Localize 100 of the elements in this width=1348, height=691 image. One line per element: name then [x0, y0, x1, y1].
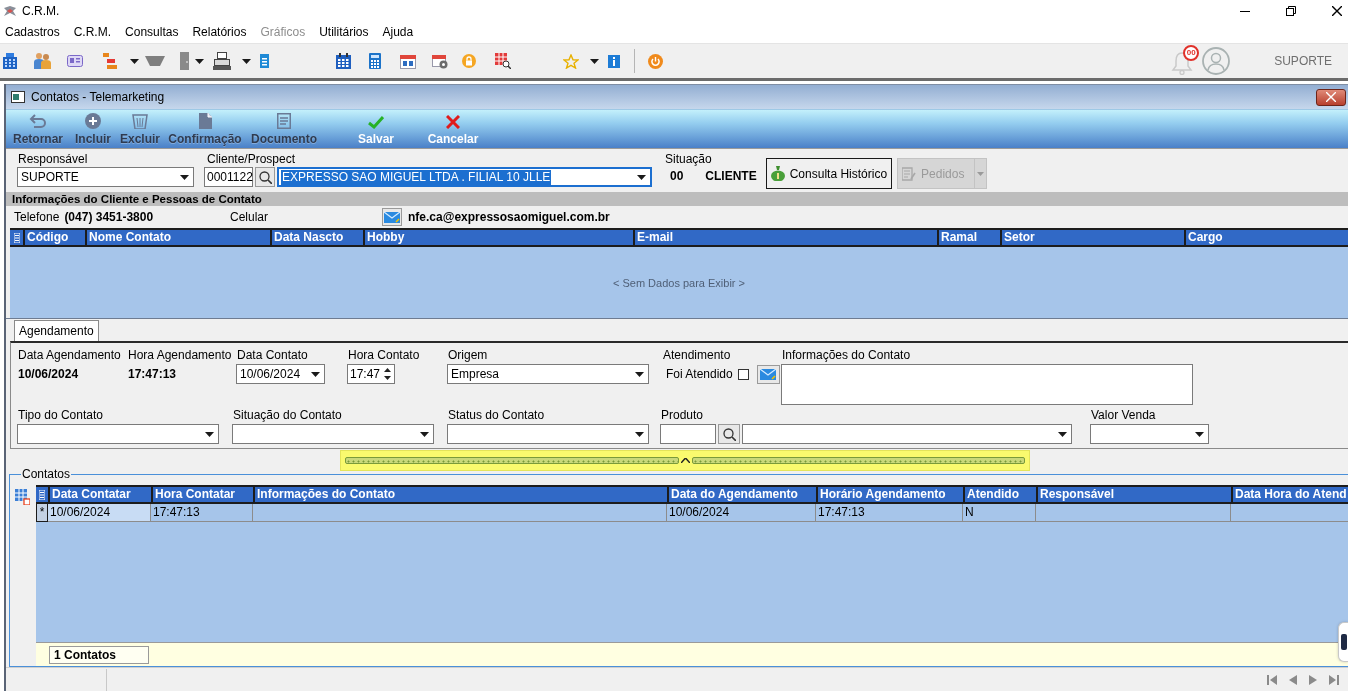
menu-item[interactable]: C.R.M.: [66, 22, 119, 43]
dropdown[interactable]: SUPORTE: [17, 167, 194, 187]
caret-down-icon: [636, 174, 646, 180]
document-icon: [260, 54, 269, 68]
grid-settings-icon: [15, 489, 30, 505]
caret-down-icon: [310, 371, 320, 377]
email-button[interactable]: [756, 364, 780, 384]
bell-icon: [1171, 51, 1194, 75]
menu-item[interactable]: Consultas: [118, 22, 186, 43]
column-header[interactable]: Setor: [1000, 230, 1184, 245]
tab[interactable]: Agendamento: [14, 320, 99, 341]
history-button[interactable]: Consulta Histórico: [765, 158, 893, 189]
app-logo-icon: [3, 5, 17, 17]
dropdown[interactable]: [1090, 424, 1209, 444]
tab-handle-icon: [1341, 634, 1347, 650]
field-label: Celular: [230, 210, 268, 224]
table-cell[interactable]: 10/06/2024: [48, 504, 151, 522]
field-label: Atendimento: [662, 348, 732, 362]
menu-item[interactable]: Utilitários: [312, 22, 376, 43]
caret-down-icon: [1057, 431, 1067, 437]
table-cell[interactable]: 10/06/2024: [667, 504, 816, 522]
skip-first-icon: [1267, 674, 1277, 685]
dropdown[interactable]: EXPRESSO SAO MIGUEL LTDA . FILIAL 10 JLLE: [277, 167, 652, 187]
menu-item[interactable]: Relatórios: [185, 22, 254, 43]
menu-item[interactable]: Ajuda: [375, 22, 421, 43]
search-icon: [258, 170, 272, 184]
column-header[interactable]: Código: [23, 230, 85, 245]
toolbar-button[interactable]: [211, 50, 233, 72]
row-indicator: *: [36, 504, 48, 522]
caret-down-icon: [204, 431, 214, 437]
menu-item[interactable]: Cadastros: [0, 22, 67, 43]
table-cell[interactable]: [1036, 504, 1231, 522]
minimize-icon: [1240, 10, 1250, 12]
table-cell[interactable]: 17:47:13: [151, 504, 253, 522]
date-picker[interactable]: 10/06/2024: [236, 364, 325, 384]
column-header[interactable]: Data Hora do Atend: [1231, 487, 1348, 502]
field-label: Situação do Contato: [232, 408, 343, 422]
column-header[interactable]: Ramal: [937, 230, 1000, 245]
toolbar-button[interactable]: [334, 51, 353, 71]
money-bag-icon: [770, 166, 785, 181]
dropdown-button[interactable]: [588, 56, 601, 66]
caret-down-icon: [242, 58, 251, 64]
search-button[interactable]: [255, 167, 275, 187]
dropdown-button[interactable]: [128, 56, 141, 66]
close-icon: [1332, 6, 1342, 16]
field-value: 10/06/2024: [17, 366, 79, 383]
table-search-icon: [495, 53, 511, 69]
field-value: 00: [670, 168, 684, 185]
column-header[interactable]: Data Nascto: [270, 230, 363, 245]
caret-down-icon: [590, 58, 599, 64]
dropdown[interactable]: [232, 424, 434, 444]
column-header[interactable]: Hobby: [363, 230, 633, 245]
toolbar-button[interactable]: Cancelar: [423, 115, 483, 146]
input-field[interactable]: 0001122: [204, 167, 253, 187]
close-button[interactable]: [1316, 88, 1346, 106]
column-header[interactable]: Atendido: [963, 487, 1036, 502]
field-label: Origem: [447, 348, 489, 362]
search-button[interactable]: [718, 424, 740, 444]
funnel-icon: [145, 56, 165, 66]
dropdown[interactable]: Empresa: [447, 364, 649, 384]
toolbar-button[interactable]: Salvar: [350, 116, 402, 146]
dropdown[interactable]: [17, 424, 219, 444]
dropdown-button[interactable]: [193, 56, 206, 66]
column-header[interactable]: Nome Contato: [85, 230, 270, 245]
table-cell[interactable]: [253, 504, 667, 522]
dropdown-button[interactable]: [240, 56, 253, 66]
dropdown[interactable]: [447, 424, 649, 444]
column-header[interactable]: E-mail: [633, 230, 937, 245]
column-header[interactable]: Responsável: [1036, 487, 1231, 502]
column-header[interactable]: Horário Agendamento: [816, 487, 963, 502]
calendar-icon: [336, 53, 351, 69]
field-value: 17:47:13: [127, 366, 177, 383]
trash-icon: [132, 113, 148, 129]
calendar-icon: [400, 53, 416, 69]
checkbox-label: Foi Atendido: [666, 367, 733, 381]
id-card-icon: [67, 55, 83, 67]
time-field[interactable]: 17:47: [347, 364, 395, 384]
restore-icon: [1286, 6, 1296, 16]
email-button[interactable]: [382, 208, 402, 226]
splitter-handle[interactable]: [340, 449, 1030, 471]
table-cell[interactable]: 17:47:13: [816, 504, 963, 522]
door-icon: [180, 52, 189, 70]
checkbox[interactable]: [737, 368, 749, 380]
table-cell[interactable]: N: [963, 504, 1036, 522]
window-icon: [11, 91, 25, 103]
toolbar-button[interactable]: [493, 51, 513, 71]
input-field[interactable]: [660, 424, 716, 444]
column-header[interactable]: Cargo: [1184, 230, 1348, 245]
memo-field[interactable]: [781, 364, 1193, 405]
column-header[interactable]: Informações do Contato: [253, 487, 667, 502]
empty-message: < Sem Dados para Exibir >: [612, 276, 746, 289]
calculator-icon: [369, 53, 381, 69]
skip-last-icon: [1329, 674, 1339, 685]
caret-down-icon: [195, 58, 204, 64]
column-header[interactable]: Data do Agendamento: [667, 487, 816, 502]
column-header[interactable]: Data Contatar: [48, 487, 151, 502]
field-label: Responsável: [17, 152, 89, 166]
column-header[interactable]: Hora Contatar: [151, 487, 253, 502]
dropdown[interactable]: [742, 424, 1072, 444]
side-tab[interactable]: [1338, 622, 1348, 662]
